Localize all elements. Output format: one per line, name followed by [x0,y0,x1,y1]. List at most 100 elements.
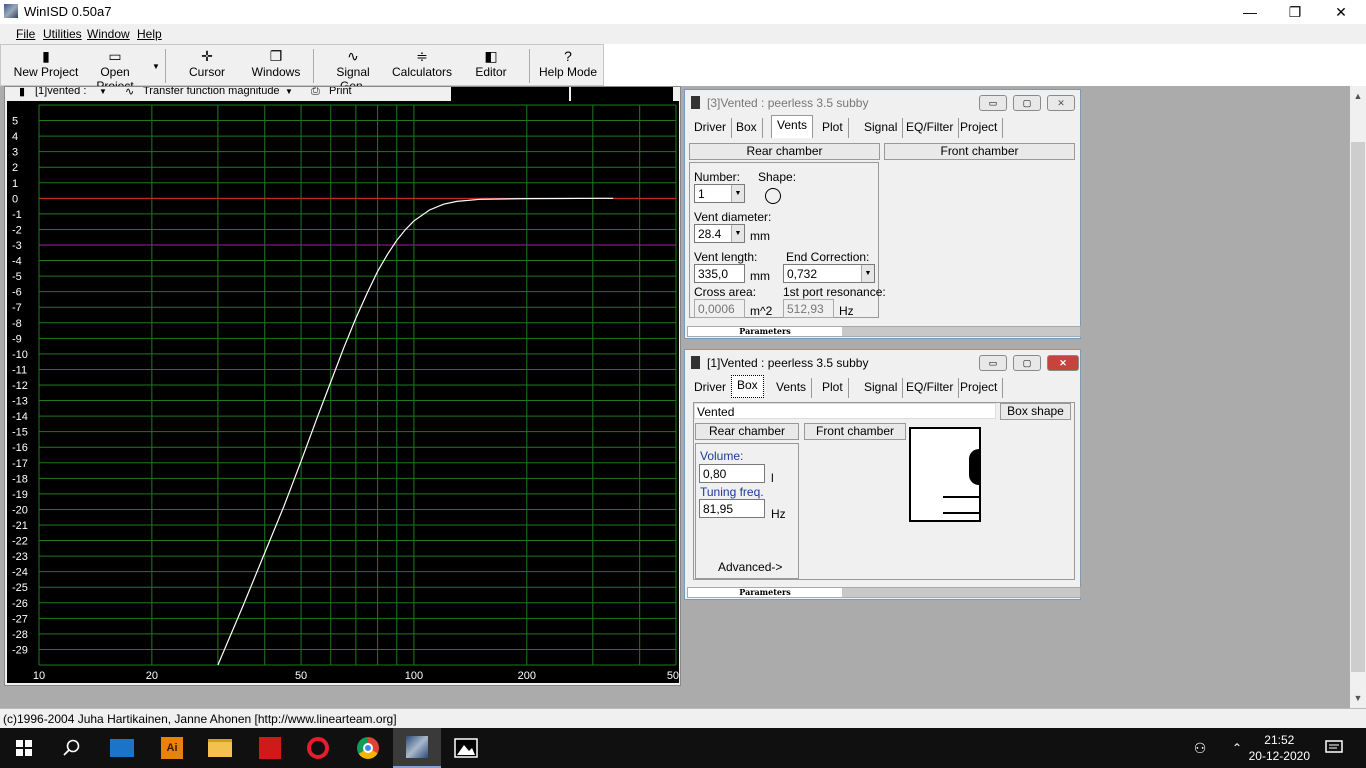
help-mode-button[interactable]: ? Help Mode [537,47,599,85]
status-bar: (c)1996-2004 Juha Hartikainen, Janne Aho… [0,708,1366,728]
calculators-button[interactable]: ≑ Calculators [391,47,453,85]
y-tick-label: -2 [12,224,22,236]
y-tick-label: -3 [12,240,22,252]
taskbar-winisd[interactable] [393,728,441,768]
box-shape-button[interactable]: Box shape [1000,403,1071,420]
graph-type-select[interactable]: Transfer function magnitude [143,87,280,97]
end-correction-select[interactable]: 0,732 ▼ [783,264,875,283]
scroll-up-icon[interactable]: ▲ [1350,88,1366,104]
signal-gen-button[interactable]: ∿ Signal Gen. [323,47,383,93]
box-diagram [909,427,981,522]
photos-icon [454,738,478,758]
chevron-up-icon: ⌃ [1231,741,1243,755]
menu-utilities[interactable]: Utilities [43,27,82,41]
volume-label: Volume: [700,449,744,463]
taskbar-chrome[interactable] [344,728,392,768]
chevron-down-icon[interactable]: ▼ [731,185,744,202]
people-button[interactable]: ⚇ [1180,728,1220,768]
tuning-freq-unit: Hz [771,507,786,521]
round-vent-shape-icon[interactable] [765,188,781,204]
project-select[interactable]: [1]vented : [35,87,86,97]
status-progress [842,327,1080,336]
document-icon [691,96,700,109]
volume-field[interactable]: 0,80 [699,464,765,483]
system-clock[interactable]: 21:52 20-12-2020 [1249,732,1310,764]
cursor-button[interactable]: ✛ Cursor [181,47,233,85]
taskbar-photos[interactable] [442,728,490,768]
search-button[interactable] [48,728,96,768]
vent-diameter-select[interactable]: 28.4 ▼ [694,224,745,243]
menu-file[interactable]: File [16,27,35,41]
open-project-dropdown[interactable]: ▼ [149,47,163,85]
tab-plot[interactable]: Plot [817,378,849,398]
print-button[interactable]: Print [329,87,352,97]
tab-box[interactable]: Box [731,375,764,398]
taskbar-acrobat[interactable] [246,728,294,768]
clock-date: 20-12-2020 [1248,749,1310,763]
new-project-button[interactable]: ▮ New Project [11,47,81,85]
close-icon[interactable]: ✕ [1047,95,1075,111]
chevron-down-icon[interactable]: ▼ [731,225,744,242]
toolbar-separator [529,49,530,83]
tab-driver[interactable]: Driver [689,118,732,138]
tab-driver[interactable]: Driver [689,378,732,398]
close-icon[interactable]: ✕ [1047,355,1079,371]
notifications-button[interactable] [1312,728,1356,768]
close-button[interactable]: ✕ [1318,0,1364,24]
menu-window[interactable]: Window [87,27,130,41]
tab-eq-filter[interactable]: EQ/Filter [901,118,960,138]
tuning-freq-field[interactable]: 81,95 [699,499,765,518]
y-tick-label: -5 [12,271,22,283]
minimize-button[interactable]: — [1227,0,1273,24]
vent-length-label: Vent length: [694,250,758,264]
front-chamber-button[interactable]: Front chamber [884,143,1075,160]
taskbar-opera[interactable] [294,728,342,768]
maximize-icon[interactable]: ▢ [1013,95,1041,111]
scroll-down-icon[interactable]: ▼ [1350,690,1366,706]
number-select[interactable]: 1 ▼ [694,184,745,203]
taskbar-mail[interactable] [98,728,146,768]
cross-area-label: Cross area: [694,285,757,299]
tab-project[interactable]: Project [955,118,1004,138]
chevron-down-icon[interactable]: ▼ [99,87,107,96]
y-tick-label: 2 [12,162,18,174]
port-line [943,496,979,498]
tab-box[interactable]: Box [731,118,763,138]
scrollbar-thumb[interactable] [1351,142,1365,672]
restore-button[interactable]: ❐ [1272,0,1318,24]
tab-project[interactable]: Project [955,378,1004,398]
rear-chamber-button[interactable]: Rear chamber [689,143,880,160]
tab-vents[interactable]: Vents [771,378,813,398]
y-tick-label: -1 [12,209,22,221]
tab-vents[interactable]: Vents [771,115,814,138]
chevron-down-icon[interactable]: ▼ [285,87,293,96]
x-tick-label: 20 [146,670,158,682]
start-button[interactable] [0,728,48,768]
taskbar-illustrator[interactable]: Ai [148,728,196,768]
advanced-button[interactable]: Advanced-> [718,560,782,574]
editor-button[interactable]: ◧ Editor [471,47,511,85]
response-plot[interactable]: 5 4 3 2 1 0 -1 -2 -3 -4 -5 -6 -7 -8 -9 -10 -11 -12 -13 -14-… [7,101,679,683]
chevron-down-icon[interactable]: ▼ [861,265,874,282]
open-project-button[interactable]: ▭ Open Project [81,47,149,93]
vent-length-field[interactable]: 335,0 [694,264,745,283]
readout-box [451,87,569,101]
port-line [943,512,979,514]
front-chamber-button[interactable]: Front chamber [804,423,906,440]
taskbar-explorer[interactable] [196,728,244,768]
minimize-icon[interactable]: ▭ [979,355,1007,371]
windows-button[interactable]: ❐ Windows [249,47,303,85]
tab-plot[interactable]: Plot [817,118,849,138]
tab-signal[interactable]: Signal [859,118,904,138]
end-correction-label: End Correction: [786,250,870,264]
minimize-icon[interactable]: ▭ [979,95,1007,111]
maximize-icon[interactable]: ▢ [1013,355,1041,371]
rear-chamber-button[interactable]: Rear chamber [695,423,799,440]
calculator-icon: ≑ [416,48,428,64]
tab-signal[interactable]: Signal [859,378,904,398]
y-tick-label: -7 [12,302,22,314]
menu-help[interactable]: Help [137,27,162,41]
new-project-icon: ▮ [42,48,50,64]
tab-eq-filter[interactable]: EQ/Filter [901,378,960,398]
vertical-scrollbar[interactable]: ▲ ▼ [1350,86,1366,708]
